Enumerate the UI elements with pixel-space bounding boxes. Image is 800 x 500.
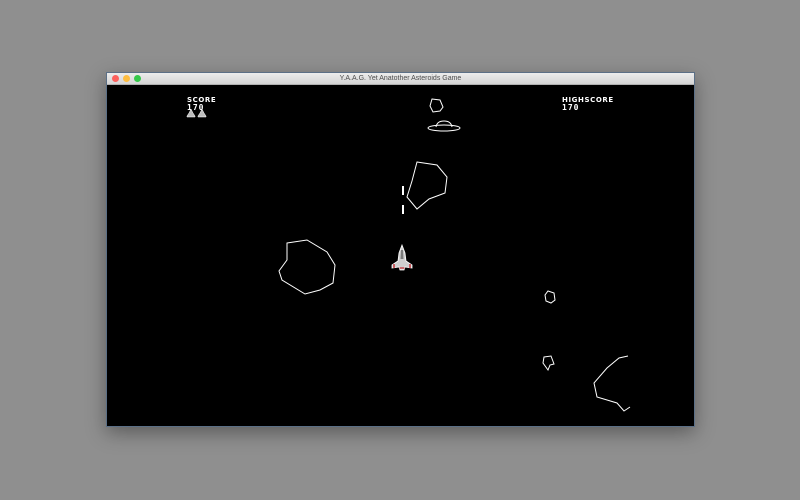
- bullet: [402, 205, 404, 214]
- game-window: Y.A.A.G. Yet Anatother Asteroids Game SC…: [106, 72, 695, 427]
- player-ship-icon: [391, 243, 413, 271]
- ship-life-icon: [186, 108, 196, 118]
- asteroid-small: [429, 98, 444, 113]
- asteroid-large-partial: [593, 355, 631, 412]
- ship-life-icon: [197, 108, 207, 118]
- ufo-icon: [427, 120, 461, 132]
- bullet: [402, 186, 404, 195]
- game-canvas[interactable]: SCORE 170 HIGHSCORE 170: [107, 85, 694, 426]
- playfield: [186, 98, 631, 412]
- title-bar[interactable]: Y.A.A.G. Yet Anatother Asteroids Game: [107, 73, 694, 85]
- asteroid-medium: [406, 161, 448, 210]
- asteroid-large: [278, 239, 336, 295]
- window-title: Y.A.A.G. Yet Anatother Asteroids Game: [339, 75, 462, 82]
- asteroid-small: [542, 355, 555, 372]
- asteroid-small: [544, 290, 556, 304]
- lives-display: [186, 108, 207, 118]
